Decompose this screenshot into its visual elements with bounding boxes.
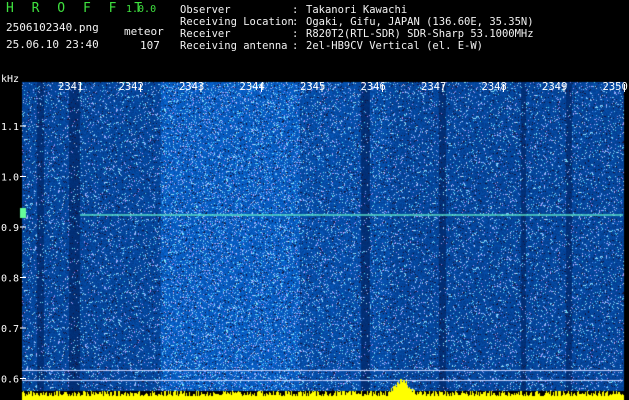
freq-tick-label: 0.7 bbox=[1, 324, 19, 335]
station-info: Observer: Takanori Kawachi Receiving Loca… bbox=[180, 4, 534, 52]
time-tick-label: 2344 bbox=[240, 81, 265, 93]
time-tick-label: 2347 bbox=[421, 81, 446, 93]
info-observer: Observer: Takanori Kawachi bbox=[180, 4, 408, 16]
meteor-label: meteor bbox=[124, 25, 164, 38]
date-time: 25.06.10 23:40 bbox=[6, 38, 99, 51]
spectrogram-panel: 2341 2342 2343 2344 2345 2346 2347 2348 2349 2350… bbox=[0, 72, 629, 400]
time-tick-label: 2350 bbox=[603, 81, 628, 93]
time-tick-label: 2343 bbox=[179, 81, 204, 93]
freq-tick-label: 1.1 bbox=[1, 122, 19, 133]
time-tick-label: 2349 bbox=[542, 81, 567, 93]
spectrogram-axes: 2341 2342 2343 2344 2345 2346 2347 2348 2349 2350… bbox=[1, 81, 628, 386]
meteor-count: 107 bbox=[140, 39, 160, 52]
freq-unit-label: kHz bbox=[1, 74, 20, 85]
freq-tick-label: 1.0 bbox=[1, 173, 19, 184]
freq-tick-label: 0.6 bbox=[1, 375, 19, 386]
freq-tick-label: 0.9 bbox=[1, 223, 19, 234]
time-tick-label: 2346 bbox=[361, 81, 386, 93]
time-tick-label: 2341 bbox=[58, 81, 83, 93]
app-version: 1.0.0 bbox=[126, 4, 157, 15]
info-location: Receiving Location: Ogaki, Gifu, JAPAN (1… bbox=[180, 16, 534, 28]
info-antenna: Receiving antenna:2el-HB9CV Vertical (el… bbox=[180, 40, 484, 52]
header-panel: H R O F F T 1.0.0 2506102340.png 25.06.1… bbox=[0, 0, 629, 72]
time-tick-label: 2348 bbox=[482, 81, 507, 93]
info-receiver: Receiver: R820T2(RTL-SDR) SDR-Sharp 53.10… bbox=[180, 28, 534, 40]
time-tick-label: 2342 bbox=[119, 81, 144, 93]
time-tick-label: 2345 bbox=[300, 81, 325, 93]
file-name: 2506102340.png bbox=[6, 21, 99, 34]
freq-tick-label: 0.8 bbox=[1, 274, 19, 285]
